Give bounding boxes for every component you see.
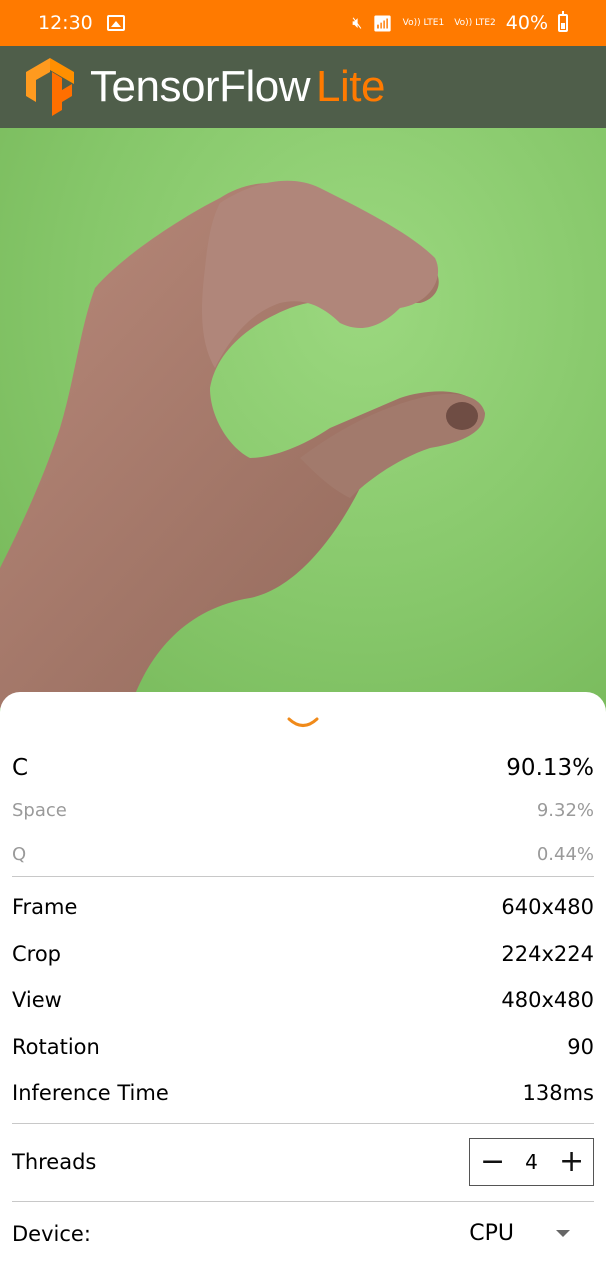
stat-label: View	[12, 988, 62, 1013]
network-indicator-2: Vo)) LTE2	[454, 18, 496, 28]
result-label: Q	[12, 843, 27, 865]
stat-row-rotation: Rotation 90	[12, 1024, 594, 1071]
battery-percent: 40%	[505, 12, 548, 34]
stat-value: 480x480	[501, 988, 594, 1013]
stat-value: 138ms	[522, 1081, 594, 1106]
network-indicator-1: Vo)) LTE1	[402, 18, 445, 28]
stat-row-inference-time: Inference Time 138ms	[12, 1070, 594, 1117]
threads-row: Threads − 4 +	[12, 1124, 594, 1201]
battery-icon	[558, 11, 568, 32]
device-label: Device:	[12, 1221, 91, 1246]
result-row-second: Space 9.32%	[12, 788, 594, 832]
result-confidence: 9.32%	[536, 799, 594, 821]
stats-list: Frame 640x480 Crop 224x224 View 480x480 …	[12, 877, 594, 1123]
result-label: Space	[12, 799, 67, 821]
stat-value: 224x224	[501, 941, 594, 966]
threads-decrement-button[interactable]: −	[480, 1147, 505, 1177]
gallery-notification-icon	[106, 15, 125, 31]
stat-row-crop: Crop 224x224	[12, 931, 594, 978]
stat-value: 640x480	[501, 895, 594, 920]
result-confidence: 90.13%	[506, 755, 594, 781]
threads-stepper: − 4 +	[469, 1138, 594, 1186]
threads-value: 4	[525, 1150, 538, 1174]
app-title-main: TensorFlow	[90, 62, 310, 111]
stat-label: Crop	[12, 941, 62, 966]
result-row-top: C 90.13%	[12, 748, 594, 788]
stat-label: Inference Time	[12, 1081, 169, 1106]
device-dropdown[interactable]: CPU	[469, 1221, 594, 1246]
stat-label: Frame	[12, 895, 78, 920]
bottom-sheet: C 90.13% Space 9.32% Q 0.44% Frame 640x4…	[0, 692, 606, 1280]
stat-label: Rotation	[12, 1034, 100, 1059]
tensorflow-logo-icon	[26, 58, 74, 116]
dropdown-arrow-icon	[556, 1230, 570, 1237]
app-title: TensorFlow Lite	[90, 62, 385, 112]
camera-preview	[0, 128, 606, 708]
stat-row-view: View 480x480	[12, 977, 594, 1024]
status-bar: 12:30 🔇︎ 📶︎ Vo)) LTE1 Vo)) LTE2 40%	[0, 0, 606, 46]
mute-icon: 🔇︎	[352, 13, 363, 32]
collapse-handle[interactable]	[12, 692, 594, 748]
app-bar: TensorFlow Lite	[0, 46, 606, 128]
chevron-down-icon[interactable]	[286, 716, 320, 730]
threads-label: Threads	[12, 1150, 97, 1174]
result-label: C	[12, 755, 29, 781]
status-time: 12:30	[38, 12, 93, 34]
device-selected-value: CPU	[469, 1221, 514, 1246]
result-confidence: 0.44%	[536, 843, 594, 865]
result-row-third: Q 0.44%	[12, 832, 594, 876]
app-screen: 12:30 🔇︎ 📶︎ Vo)) LTE1 Vo)) LTE2 40% Tens…	[0, 0, 606, 1280]
wifi-icon: 📶︎	[372, 13, 393, 33]
threads-increment-button[interactable]: +	[559, 1147, 584, 1177]
status-icons: 🔇︎ 📶︎ Vo)) LTE1 Vo)) LTE2 40%	[352, 11, 568, 34]
stat-value: 90	[567, 1034, 594, 1059]
app-title-accent: Lite	[315, 62, 385, 111]
hand-gesture-image	[0, 180, 485, 708]
stat-row-frame: Frame 640x480	[12, 884, 594, 931]
device-row: Device: CPU	[12, 1202, 594, 1266]
